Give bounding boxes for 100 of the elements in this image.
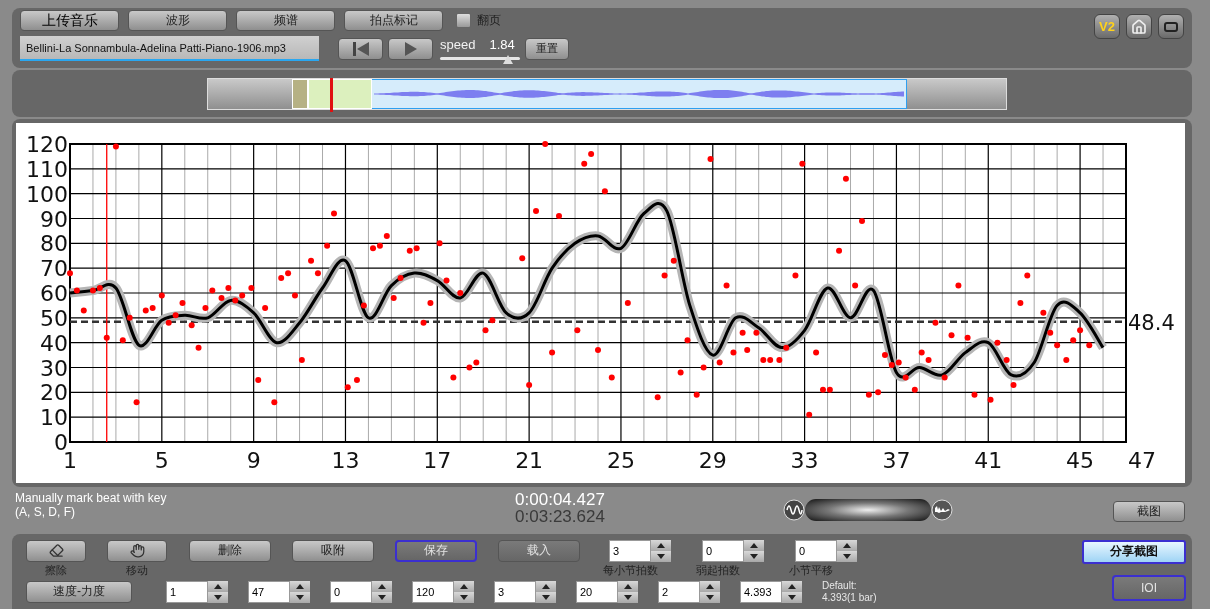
play-button[interactable] (388, 37, 433, 60)
tool-button[interactable] (26, 539, 86, 562)
x-axis-label: 17 (423, 448, 452, 474)
tempo-dynamics-button[interactable]: 速度-力度 (26, 580, 132, 603)
tool-button[interactable] (107, 539, 167, 562)
toolbar-button[interactable]: 频谱 (236, 10, 335, 31)
step-up-button[interactable] (536, 580, 556, 592)
number-field[interactable]: 3 (609, 539, 651, 562)
share-screenshot-button[interactable]: 分享截图 (1082, 539, 1186, 564)
page-checkbox[interactable] (456, 13, 471, 28)
number-field[interactable]: 2 (658, 580, 700, 603)
skip-back-icon (351, 40, 370, 57)
step-up-button[interactable] (837, 539, 857, 551)
selection-range[interactable] (372, 78, 907, 109)
step-down-button[interactable] (744, 550, 764, 562)
x-axis-label: 21 (515, 448, 544, 474)
step-up-button[interactable] (700, 580, 720, 592)
number-field[interactable]: 4.393 (740, 580, 782, 603)
step-down-button[interactable] (782, 591, 802, 603)
number-field[interactable]: 120 (412, 580, 454, 603)
home-button[interactable] (1126, 14, 1152, 39)
step-down-button[interactable] (700, 591, 720, 603)
beat-dot (911, 386, 918, 393)
step-up-button[interactable] (618, 580, 638, 592)
step-down-button[interactable] (372, 591, 392, 603)
number-field[interactable]: 3 (494, 580, 536, 603)
default-note: Default: 4.393(1 bar) (822, 579, 877, 604)
action-button[interactable]: 删除 (189, 539, 271, 562)
caret-up-icon (460, 583, 468, 589)
screenshot-button[interactable]: 截图 (1113, 501, 1185, 523)
number-field[interactable]: 1 (166, 580, 208, 603)
caret-down-icon (378, 594, 386, 600)
step-up-button[interactable] (290, 580, 310, 592)
playhead-marker[interactable] (330, 77, 333, 112)
number-field[interactable]: 47 (248, 580, 290, 603)
caret-down-icon (657, 553, 665, 559)
caret-down-icon (624, 594, 632, 600)
step-down-button[interactable] (290, 591, 310, 603)
hint-text: Manually mark beat with key (15, 491, 168, 506)
beat-dot (654, 394, 661, 401)
rewind-button[interactable] (338, 37, 383, 60)
number-field[interactable]: 0 (702, 539, 744, 562)
number-field[interactable]: 20 (576, 580, 618, 603)
beat-dot (693, 391, 700, 398)
caret-down-icon (706, 594, 714, 600)
beat-dot (842, 175, 849, 182)
caret-down-icon (750, 553, 758, 559)
step-down-button[interactable] (837, 550, 857, 562)
beat-dot (806, 411, 813, 418)
number-field[interactable]: 0 (330, 580, 372, 603)
current-time: 0:00:04.427 (515, 491, 605, 509)
y-axis-label: 50 (40, 305, 68, 331)
beat-dot (581, 160, 588, 167)
speed-value: 1.84 (489, 37, 515, 52)
y-axis-label: 90 (40, 206, 68, 232)
beat-dot (707, 156, 714, 162)
caret-up-icon (542, 583, 550, 589)
action-button[interactable]: 吸附 (292, 539, 374, 562)
y-axis-label: 80 (40, 231, 68, 257)
x-axis-label: 41 (974, 448, 1003, 474)
file-name-field[interactable]: Bellini-La Sonnambula-Adelina Patti-Piano-1906.mp3 (20, 36, 319, 61)
step-down-button[interactable] (454, 591, 474, 603)
step-up-button[interactable] (454, 580, 474, 592)
step-up-button[interactable] (782, 580, 802, 592)
y-axis-label: 30 (40, 355, 68, 381)
fullscreen-button[interactable] (1158, 14, 1184, 39)
play-icon (403, 40, 418, 57)
y-axis-label: 20 (40, 380, 68, 406)
checkbox-label: 翻页 (477, 12, 501, 29)
reset-button[interactable]: 重置 (525, 37, 569, 60)
beat-dot (133, 399, 140, 406)
eraser-icon (48, 543, 64, 559)
step-up-button[interactable] (744, 539, 764, 551)
toolbar-button[interactable]: 上传音乐 (20, 10, 119, 31)
step-down-button[interactable] (651, 550, 671, 562)
caret-up-icon (706, 583, 714, 589)
beat-dot (987, 396, 994, 403)
overview-strip[interactable] (207, 77, 1007, 110)
beat-dot (526, 381, 533, 388)
beat-dot (542, 141, 549, 148)
x-axis-label: 37 (882, 448, 911, 474)
y-axis-label: 10 (40, 405, 68, 431)
x-axis-label: 29 (698, 448, 727, 474)
toolbar-button[interactable]: 波形 (128, 10, 227, 31)
beat-dot (601, 188, 608, 195)
toolbar-button[interactable]: 拍点标记 (344, 10, 443, 31)
speed-label: speed (440, 37, 476, 52)
view-window-handle[interactable] (292, 78, 308, 109)
beat-dot (344, 384, 351, 391)
view-window[interactable] (308, 78, 372, 109)
field-label: 小节平移 (789, 562, 833, 578)
step-down-button[interactable] (618, 591, 638, 603)
step-up-button[interactable] (208, 580, 228, 592)
step-down-button[interactable] (536, 591, 556, 603)
caret-down-icon (788, 594, 796, 600)
step-up-button[interactable] (651, 539, 671, 551)
step-up-button[interactable] (372, 580, 392, 592)
hand-icon (129, 543, 145, 559)
step-down-button[interactable] (208, 591, 228, 603)
number-field[interactable]: 0 (795, 539, 837, 562)
